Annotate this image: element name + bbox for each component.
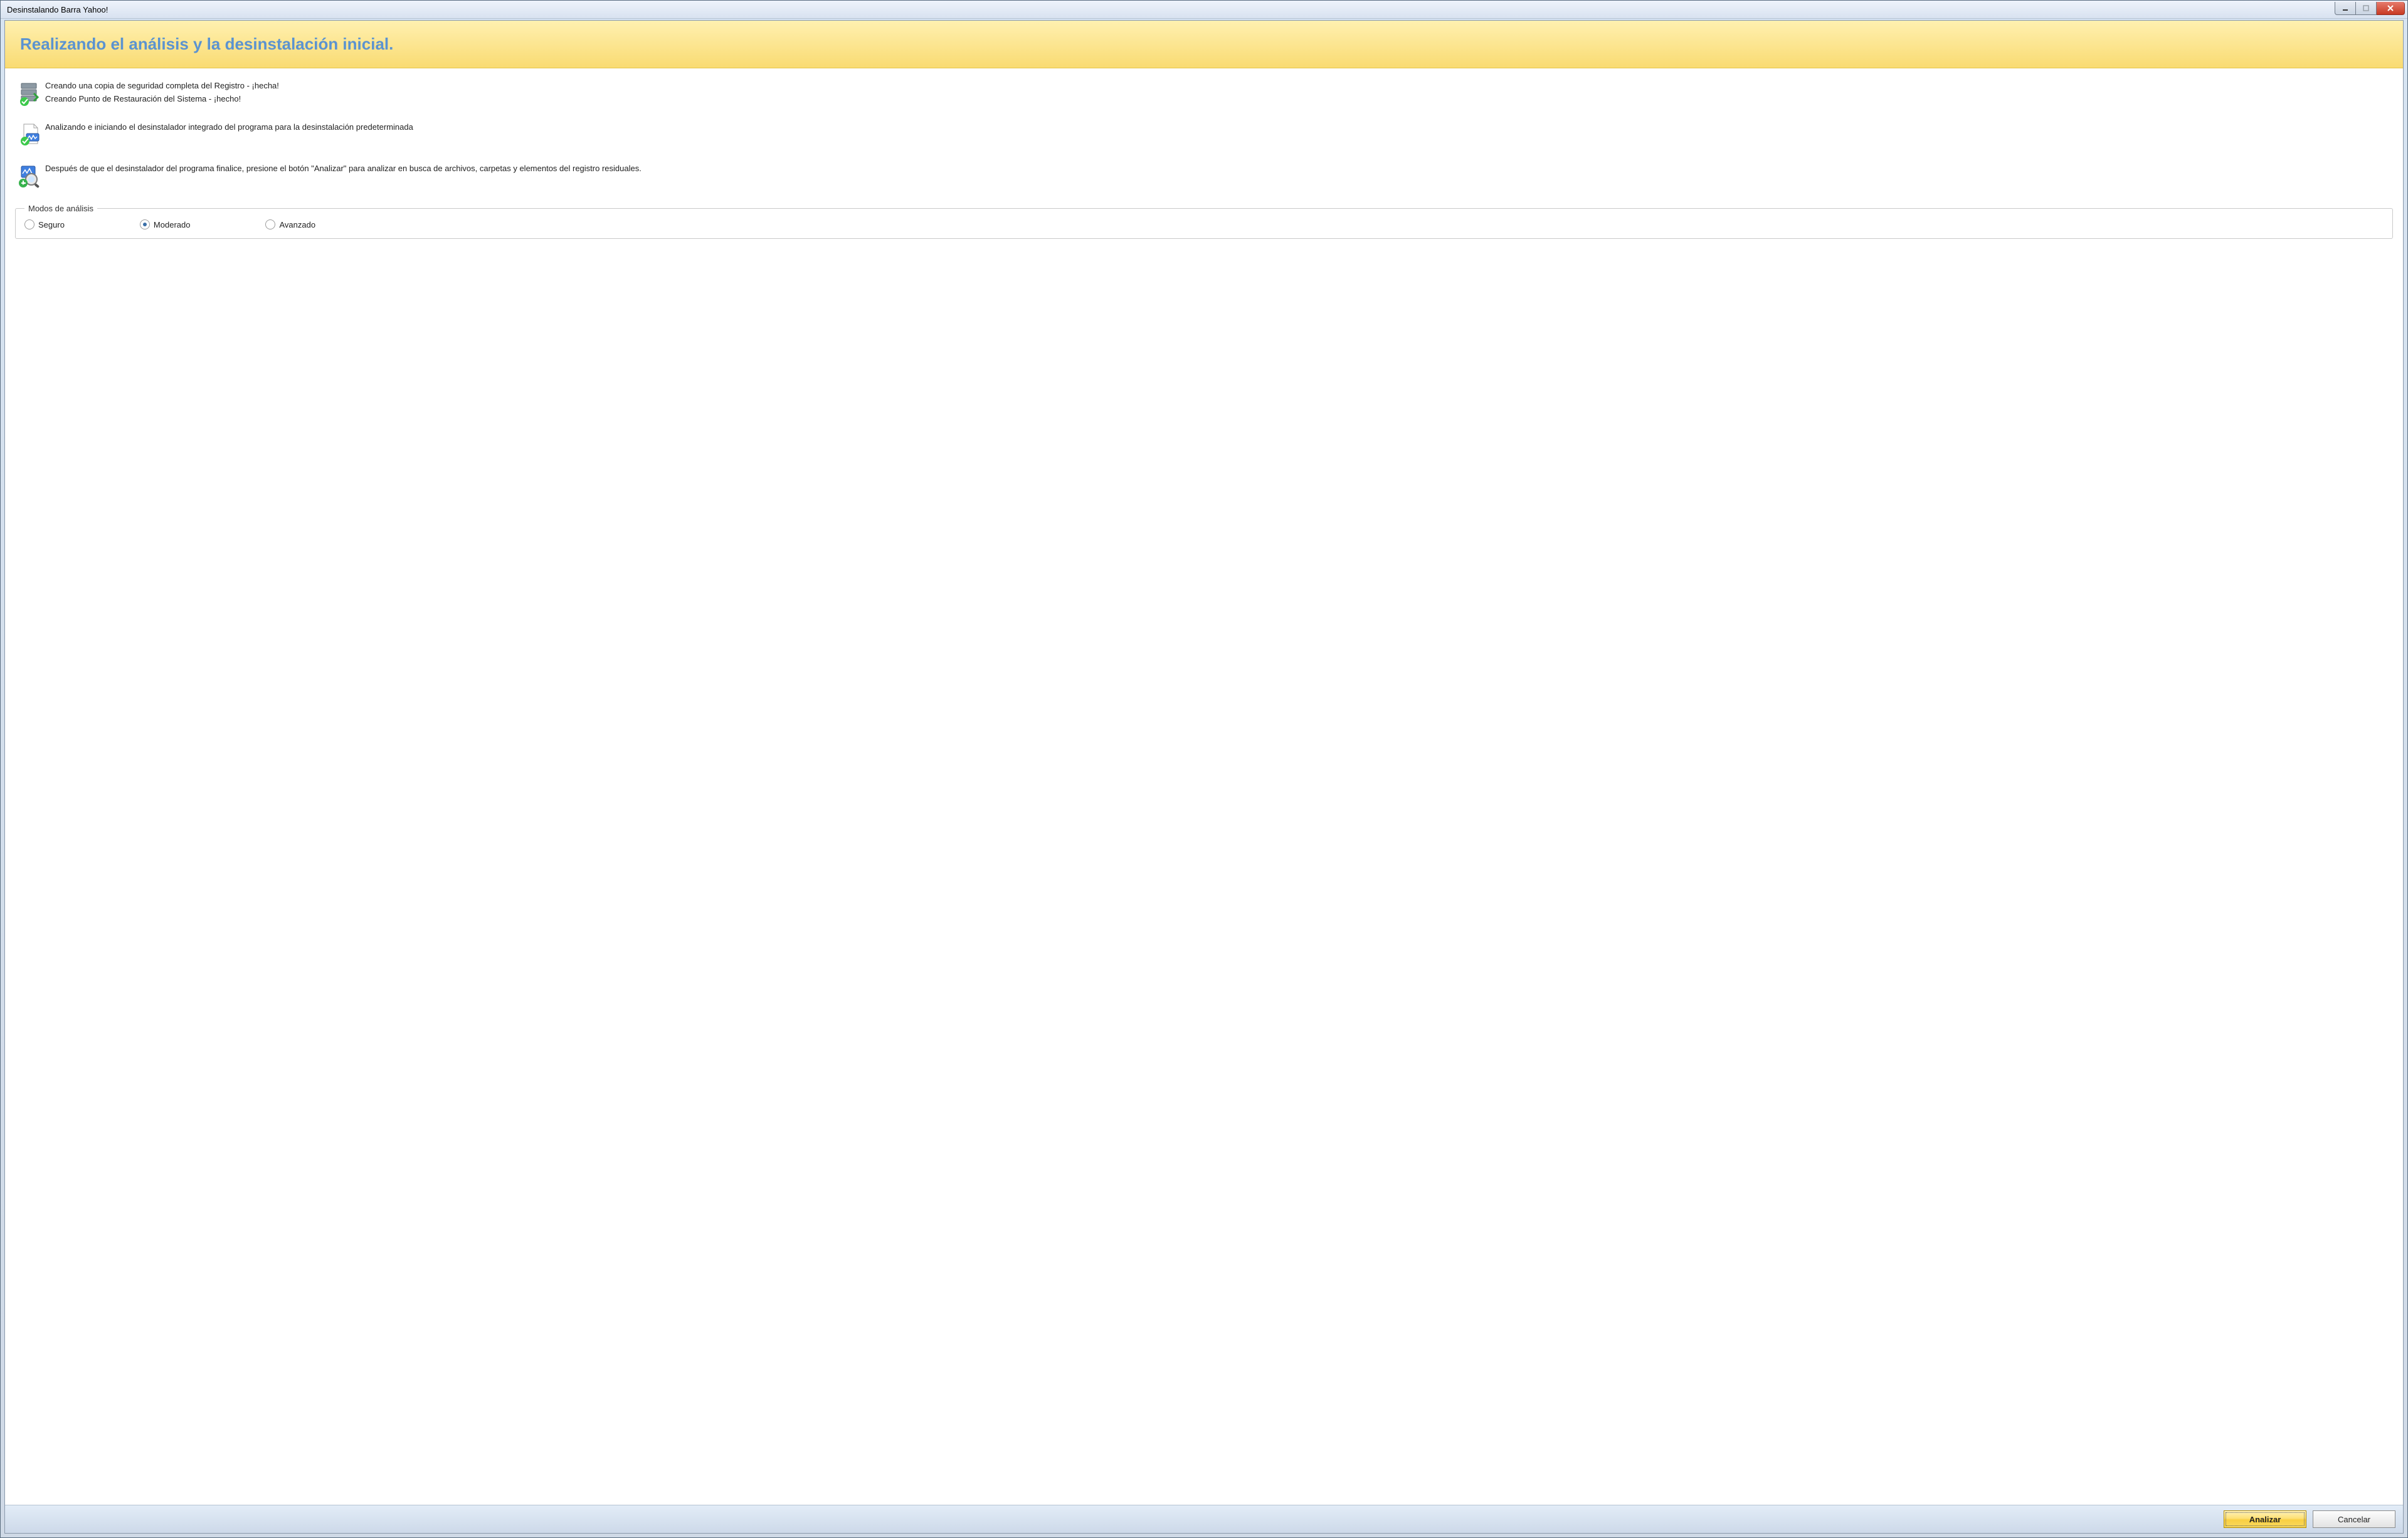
step-backup-line1: Creando una copia de seguridad completa … [45,80,2393,93]
mode-label: Avanzado [279,220,315,229]
mode-option-avanzado[interactable]: Avanzado [265,219,315,229]
modes-legend: Modos de análisis [24,204,97,213]
step-analyze-text: Analizando e iniciando el desinstalador … [45,121,2393,134]
step-backup-text: Creando una copia de seguridad completa … [45,80,2393,106]
modes-group: Modos de análisis Seguro Moderado Avanza… [15,204,2393,239]
page-title: Realizando el análisis y la desinstalaci… [20,34,2388,54]
maximize-button [2356,2,2377,15]
cancel-button[interactable]: Cancelar [2313,1510,2395,1528]
radio-icon [140,219,150,229]
step-backup: Creando una copia de seguridad completa … [15,80,2393,106]
step-instruction: Después de que el desinstalador del prog… [15,162,2393,189]
close-button[interactable] [2377,2,2405,15]
client-panel: Realizando el análisis y la desinstalaci… [4,20,2404,1534]
mode-label: Moderado [154,220,191,229]
header-band: Realizando el análisis y la desinstalaci… [5,21,2403,68]
maximize-icon [2363,5,2369,11]
analyze-button[interactable]: Analizar [2224,1510,2306,1528]
mode-option-seguro[interactable]: Seguro [24,219,65,229]
search-next-icon [15,162,45,189]
modes-row: Seguro Moderado Avanzado [24,219,2384,229]
window-title: Desinstalando Barra Yahoo! [1,5,2335,14]
step-instruction-text: Después de que el desinstalador del prog… [45,162,2393,176]
window-controls [2335,2,2405,13]
app-window: Desinstalando Barra Yahoo! Realizando el… [0,0,2408,1538]
radio-icon [265,219,275,229]
document-check-icon [15,121,45,147]
step-backup-line2: Creando Punto de Restauración del Sistem… [45,93,2393,106]
minimize-button[interactable] [2335,2,2356,15]
radio-icon [24,219,34,229]
minimize-icon [2342,5,2348,11]
footer-bar: Analizar Cancelar [5,1505,2403,1533]
body-area: Creando una copia de seguridad completa … [5,68,2403,1505]
mode-label: Seguro [38,220,65,229]
server-check-icon [15,80,45,106]
close-icon [2387,5,2394,11]
mode-option-moderado[interactable]: Moderado [140,219,191,229]
step-analyze: Analizando e iniciando el desinstalador … [15,121,2393,147]
titlebar[interactable]: Desinstalando Barra Yahoo! [1,1,2407,19]
